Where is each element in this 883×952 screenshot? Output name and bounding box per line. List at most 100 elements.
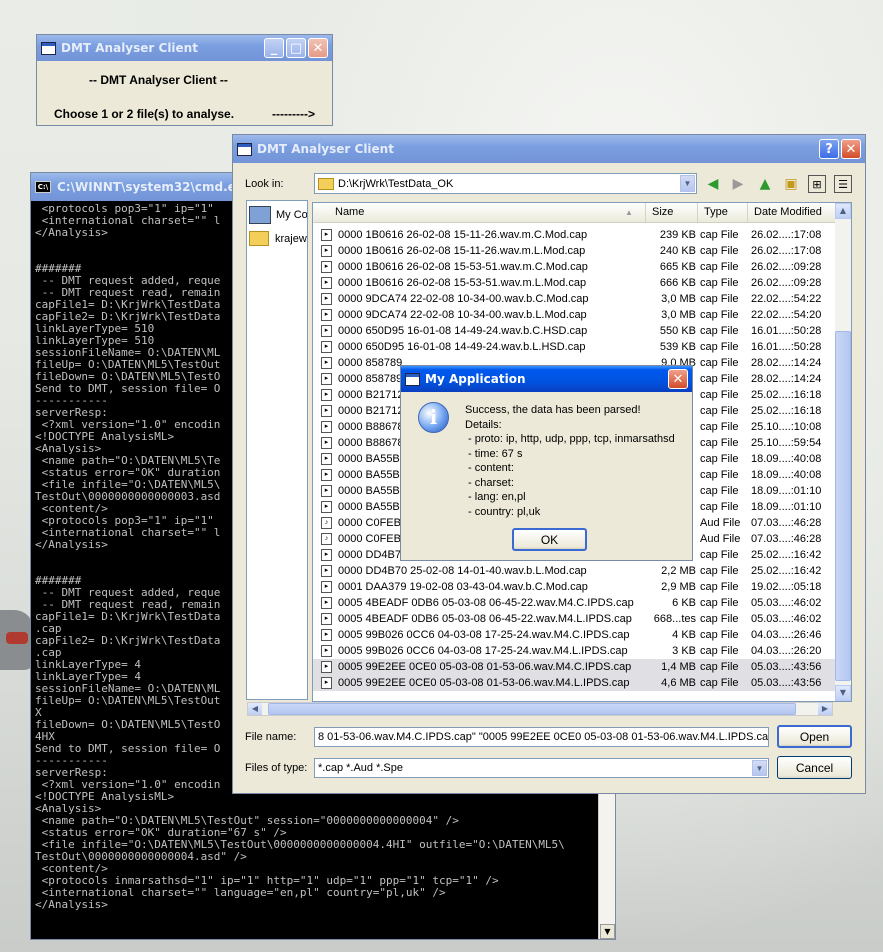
file-size: 3,0 MB (661, 293, 696, 305)
file-name-input[interactable]: 8 01-53-06.wav.M4.C.IPDS.cap" "0005 99E2… (314, 727, 769, 747)
message-box-titlebar[interactable]: My Application ✕ (401, 366, 692, 392)
scroll-thumb[interactable] (835, 331, 851, 681)
file-type: cap File (700, 309, 739, 321)
file-type: cap File (700, 469, 739, 481)
file-row[interactable]: ▸ 0005 4BEADF 0DB6 05-03-08 06-45-22.wav.… (313, 595, 835, 611)
file-row[interactable]: ▸ 0001 DAA379 19-02-08 03-43-04.wav.b.C.M… (313, 579, 835, 595)
cap-file-icon: ▸ (321, 293, 332, 305)
dmt-small-titlebar[interactable]: DMT Analyser Client _ □ ✕ (37, 35, 332, 61)
file-row[interactable]: ▸ 0000 9DCA74 22-02-08 10-34-00.wav.b.C.M… (313, 291, 835, 307)
cap-file-icon: ▸ (321, 485, 332, 497)
files-of-type-select[interactable]: *.cap *.Aud *.Spe ▼ (314, 758, 769, 778)
chevron-down-icon[interactable]: ▼ (680, 175, 695, 192)
message-detail-line: - proto: ip, http, udp, ppp, tcp, inmars… (465, 433, 675, 445)
cmd-scroll-down-icon[interactable]: ▼ (600, 924, 615, 939)
file-list-hscroll[interactable]: ◀ ▶ (247, 702, 833, 716)
look-in-combo[interactable]: D:\KrjWrk\TestData_OK ▼ (314, 173, 697, 194)
file-row[interactable]: ▸ 0000 1B0616 26-02-08 15-53-51.wav.m.C.M… (313, 259, 835, 275)
file-row[interactable]: ▸ 0005 4BEADF 0DB6 05-03-08 06-45-22.wav.… (313, 611, 835, 627)
file-type: cap File (700, 405, 739, 417)
file-name-value: 8 01-53-06.wav.M4.C.IPDS.cap" "0005 99E2… (318, 731, 769, 743)
cap-file-icon: ▸ (321, 437, 332, 449)
window-icon (405, 372, 420, 386)
message-box-close-button[interactable]: ✕ (668, 369, 688, 389)
file-type: cap File (700, 565, 739, 577)
file-row[interactable]: ▸ 0005 99E2EE 0CE0 05-03-08 01-53-06.wav.… (313, 675, 835, 691)
dialog-titlebar[interactable]: DMT Analyser Client ? ✕ (233, 135, 865, 163)
scroll-down-icon[interactable]: ▼ (835, 685, 851, 701)
file-name: 0005 99E2EE 0CE0 05-03-08 01-53-06.wav.M… (338, 677, 630, 689)
cancel-button[interactable]: Cancel (777, 756, 852, 779)
cap-file-icon: ▸ (321, 421, 332, 433)
minimize-button[interactable]: _ (264, 38, 284, 58)
scroll-left-icon[interactable]: ◀ (248, 703, 262, 715)
ok-button[interactable]: OK (512, 528, 587, 551)
cap-file-icon: ▸ (321, 261, 332, 273)
cap-file-icon: ▸ (321, 389, 332, 401)
file-row[interactable]: ▸ 0000 1B0616 26-02-08 15-11-26.wav.m.C.M… (313, 227, 835, 243)
cap-file-icon: ▸ (321, 309, 332, 321)
cap-file-icon: ▸ (321, 613, 332, 625)
info-icon: i (418, 402, 449, 433)
up-folder-icon[interactable]: ▲ (756, 175, 774, 193)
file-row[interactable]: ▸ 0000 DD4B70 25-02-08 14-01-40.wav.b.L.M… (313, 563, 835, 579)
scroll-up-icon[interactable]: ▲ (835, 203, 851, 219)
file-row[interactable]: ▸ 0000 650D95 16-01-08 14-49-24.wav.b.C.H… (313, 323, 835, 339)
file-list-vscroll[interactable]: ▲ ▼ (835, 203, 851, 701)
dialog-close-button[interactable]: ✕ (841, 139, 861, 159)
scroll-right-icon[interactable]: ▶ (818, 703, 832, 715)
files-of-type-value: *.cap *.Aud *.Spe (318, 762, 404, 774)
window-icon (41, 41, 56, 55)
file-date: 26.02....:09:28 (751, 277, 822, 289)
file-date: 25.10....:59:54 (751, 437, 822, 449)
files-of-type-label: Files of type: (245, 762, 308, 774)
chevron-down-icon[interactable]: ▼ (752, 760, 767, 776)
open-button[interactable]: Open (777, 725, 852, 748)
place-my-computer[interactable]: My Co (249, 206, 307, 224)
forward-icon[interactable]: ▶ (729, 175, 747, 193)
column-name[interactable]: Name (329, 203, 646, 222)
new-folder-icon[interactable]: ▣ (782, 175, 800, 193)
audio-file-icon: ♪ (321, 533, 332, 545)
message-box-title: My Application (425, 372, 526, 386)
place-label: krajew (275, 232, 307, 245)
message-detail-line: - country: pl,uk (465, 505, 541, 518)
file-type: cap File (700, 229, 739, 241)
column-size[interactable]: Size (646, 203, 698, 222)
cap-file-icon: ▸ (321, 661, 332, 673)
place-user-folder[interactable]: krajew (249, 231, 307, 246)
file-type: cap File (700, 357, 739, 369)
cap-file-icon: ▸ (321, 597, 332, 609)
details-view-icon[interactable]: ☰ (834, 175, 852, 193)
file-date: 18.09....:40:08 (751, 469, 822, 481)
cap-file-icon: ▸ (321, 405, 332, 417)
audio-file-icon: ♪ (321, 517, 332, 529)
file-type: cap File (700, 677, 739, 689)
file-type: cap File (700, 485, 739, 497)
column-modified[interactable]: Date Modified (748, 203, 837, 222)
back-icon[interactable]: ◀ (704, 175, 722, 193)
file-row[interactable]: ▸ 0000 9DCA74 22-02-08 10-34-00.wav.b.L.M… (313, 307, 835, 323)
file-row[interactable]: ▸ 0005 99B026 0CC6 04-03-08 17-25-24.wav.… (313, 643, 835, 659)
file-size: 668...tes (653, 613, 696, 625)
file-row[interactable]: ▸ 0000 650D95 16-01-08 14-49-24.wav.b.L.H… (313, 339, 835, 355)
file-size: 666 KB (659, 277, 696, 289)
cap-file-icon: ▸ (321, 549, 332, 561)
file-name-label: File name: (245, 731, 297, 743)
maximize-button[interactable]: □ (286, 38, 306, 58)
file-row[interactable]: ▸ 0000 1B0616 26-02-08 15-53-51.wav.m.L.M… (313, 275, 835, 291)
file-date: 04.03....:26:20 (751, 645, 822, 657)
file-date: 26.02....:09:28 (751, 261, 822, 273)
help-button[interactable]: ? (819, 139, 839, 159)
file-row[interactable]: ▸ 0000 1B0616 26-02-08 15-11-26.wav.m.L.M… (313, 243, 835, 259)
file-size: 665 KB (659, 261, 696, 273)
file-date: 05.03....:46:02 (751, 597, 822, 609)
file-row[interactable]: ▸ 0005 99B026 0CC6 04-03-08 17-25-24.wav.… (313, 627, 835, 643)
view-menu-icon[interactable]: ⊞ (808, 175, 826, 193)
file-row[interactable]: ▸ 0005 99E2EE 0CE0 05-03-08 01-53-06.wav.… (313, 659, 835, 675)
file-type: cap File (700, 389, 739, 401)
column-type[interactable]: Type (698, 203, 748, 222)
cmd-icon: C:\ (35, 181, 51, 193)
hscroll-thumb[interactable] (268, 703, 796, 715)
close-button[interactable]: ✕ (308, 38, 328, 58)
